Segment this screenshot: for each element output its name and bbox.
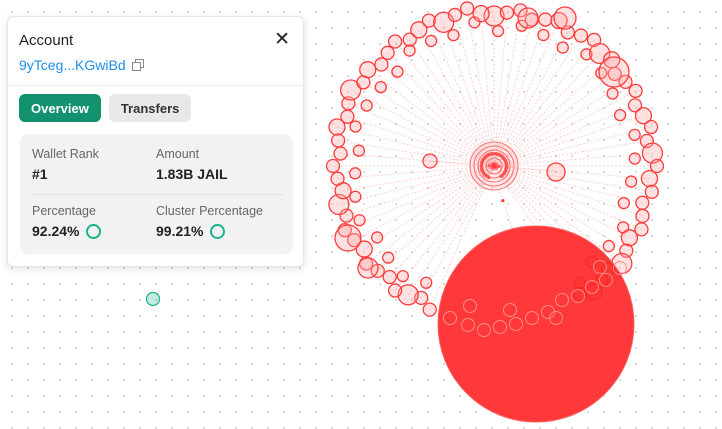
wallet-rank-stat: Wallet Rank #1 <box>32 147 99 182</box>
holder-node[interactable] <box>391 65 404 78</box>
wallet-address-link[interactable]: 9yTceg...KGwiBd <box>19 57 126 73</box>
holder-node[interactable] <box>643 119 659 135</box>
holder-node[interactable] <box>424 34 438 48</box>
percentage-ring-icon <box>86 223 102 239</box>
cluster-percentage-value: 99.21% <box>156 223 204 239</box>
holder-node[interactable] <box>617 196 630 210</box>
holder-node[interactable] <box>460 1 475 16</box>
holder-node[interactable] <box>359 61 377 79</box>
holder-node[interactable] <box>517 7 539 29</box>
holder-node[interactable] <box>538 12 553 27</box>
holder-node[interactable] <box>380 45 395 60</box>
amount-value: 1.83B JAIL <box>156 166 228 182</box>
holder-node[interactable] <box>628 128 641 142</box>
holder-node[interactable] <box>640 169 659 188</box>
holder-node[interactable] <box>422 302 437 317</box>
holder-node[interactable] <box>499 5 515 20</box>
holder-node[interactable] <box>387 283 403 298</box>
panel-tabs: Overview Transfers <box>19 94 192 122</box>
holder-node[interactable] <box>331 133 346 148</box>
holder-node[interactable] <box>613 108 627 122</box>
cluster-percentage-label: Cluster Percentage <box>156 204 264 218</box>
amount-label: Amount <box>156 147 200 161</box>
holder-node[interactable] <box>644 184 659 199</box>
holder-node[interactable] <box>396 270 409 283</box>
address-row: 9yTceg...KGwiBd <box>19 57 144 73</box>
account-panel: Account ✕ 9yTceg...KGwiBd Overview Trans… <box>7 16 304 267</box>
holder-node[interactable] <box>598 56 630 88</box>
percentage-stat: Percentage 92.24% <box>32 204 102 239</box>
tab-transfers[interactable]: Transfers <box>108 94 192 122</box>
holder-node[interactable] <box>624 175 638 188</box>
holder-node[interactable] <box>360 99 373 112</box>
close-icon[interactable]: ✕ <box>274 30 290 50</box>
holder-node[interactable] <box>334 224 362 252</box>
panel-title: Account <box>19 32 74 49</box>
holder-node[interactable] <box>370 231 384 244</box>
holder-node[interactable] <box>382 269 397 285</box>
holder-node[interactable] <box>352 144 366 157</box>
isolated-node <box>145 291 161 307</box>
holder-node[interactable] <box>635 208 650 224</box>
copy-icon[interactable] <box>131 59 144 71</box>
holder-node[interactable] <box>374 80 387 94</box>
holder-node[interactable] <box>325 158 341 174</box>
link-arrow <box>501 199 505 203</box>
cluster-percentage-ring-icon <box>210 223 226 239</box>
top-holder-node <box>437 225 635 423</box>
percentage-value-row: 92.24% <box>32 223 102 239</box>
stats-divider <box>30 194 283 195</box>
percentage-value: 92.24% <box>32 223 80 239</box>
holder-node[interactable] <box>447 7 463 23</box>
holder-node[interactable] <box>620 229 639 247</box>
holder-node[interactable] <box>357 257 379 279</box>
holder-node[interactable] <box>635 195 650 210</box>
holder-node[interactable] <box>472 4 490 23</box>
holder-node[interactable] <box>491 24 505 38</box>
holder-node[interactable] <box>387 34 403 49</box>
account-panel-header: Account ✕ 9yTceg...KGwiBd <box>8 17 303 86</box>
holder-node[interactable] <box>628 152 641 165</box>
holder-node[interactable] <box>553 6 577 30</box>
holder-node[interactable] <box>628 83 643 99</box>
holder-node[interactable] <box>330 171 345 186</box>
amount-stat: Amount 1.83B JAIL <box>156 147 228 182</box>
cluster-percentage-stat: Cluster Percentage 99.21% <box>156 204 263 239</box>
holder-node[interactable] <box>333 146 348 161</box>
holder-node[interactable] <box>447 28 460 42</box>
holder-node[interactable] <box>546 162 566 182</box>
holder-node[interactable] <box>602 239 616 253</box>
cluster-percentage-value-row: 99.21% <box>156 223 263 239</box>
holder-node[interactable] <box>573 28 589 43</box>
holder-node[interactable] <box>420 276 433 289</box>
holder-node[interactable] <box>349 120 362 133</box>
holder-node[interactable] <box>537 28 550 42</box>
holder-node[interactable] <box>340 109 355 124</box>
holder-node[interactable] <box>374 57 389 72</box>
holder-node[interactable] <box>353 214 366 227</box>
holder-node[interactable] <box>556 41 569 54</box>
holder-node[interactable] <box>422 153 438 169</box>
holder-node[interactable] <box>382 251 395 264</box>
wallet-rank-label: Wallet Rank <box>32 147 99 161</box>
percentage-label: Percentage <box>32 204 96 218</box>
holder-node[interactable] <box>349 167 362 180</box>
stats-card: Wallet Rank #1 Amount 1.83B JAIL Percent… <box>20 134 293 254</box>
holder-node[interactable] <box>606 87 619 100</box>
holder-node[interactable] <box>349 190 362 203</box>
wallet-rank-value: #1 <box>32 166 48 182</box>
hub-center <box>491 163 497 169</box>
tab-overview[interactable]: Overview <box>19 94 101 122</box>
